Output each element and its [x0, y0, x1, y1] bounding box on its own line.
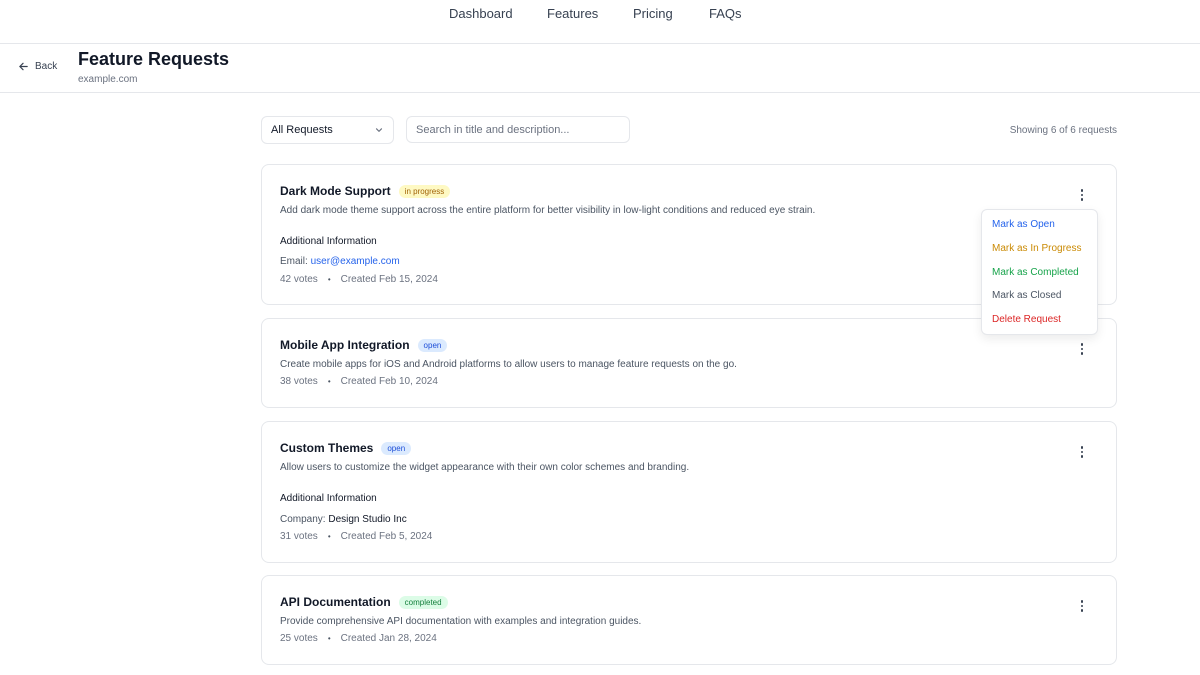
- request-meta: 31 votes • Created Feb 5, 2024: [280, 531, 432, 542]
- additional-info-heading: Additional Information: [280, 236, 377, 247]
- status-filter-select[interactable]: All Requests: [261, 116, 394, 144]
- request-description: Add dark mode theme support across the e…: [280, 205, 816, 216]
- created-date: Created Jan 28, 2024: [340, 633, 437, 644]
- menu-item-mark-closed[interactable]: Mark as Closed: [992, 290, 1061, 301]
- menu-item-mark-in-progress[interactable]: Mark as In Progress: [992, 243, 1081, 254]
- info-label: Company:: [280, 514, 326, 525]
- status-badge: completed: [398, 595, 448, 609]
- vote-count: 42 votes: [280, 274, 318, 285]
- status-badge: open: [417, 338, 448, 352]
- created-date: Created Feb 5, 2024: [340, 531, 433, 542]
- nav-link-faqs[interactable]: FAQs: [709, 6, 742, 21]
- meta-separator: •: [327, 532, 331, 541]
- request-description: Create mobile apps for iOS and Android p…: [280, 359, 737, 370]
- more-options-icon[interactable]: [1077, 342, 1087, 356]
- page-subtitle: example.com: [78, 74, 138, 85]
- request-title: API Documentation: [280, 595, 391, 609]
- info-value: Design Studio Inc: [328, 514, 407, 525]
- request-card-api-docs: API Documentation completed Provide comp…: [261, 575, 1117, 665]
- more-options-icon[interactable]: [1077, 188, 1087, 202]
- request-title: Mobile App Integration: [280, 338, 410, 352]
- vote-count: 31 votes: [280, 531, 318, 542]
- status-badge: in progress: [398, 184, 451, 198]
- menu-item-mark-completed[interactable]: Mark as Completed: [992, 267, 1079, 278]
- search-input[interactable]: [406, 116, 630, 143]
- page-title: Feature Requests: [78, 49, 230, 69]
- request-meta: 25 votes • Created Jan 28, 2024: [280, 633, 437, 644]
- more-options-icon[interactable]: [1077, 599, 1087, 613]
- meta-separator: •: [327, 377, 331, 386]
- page-header: Back Feature Requests example.com: [0, 44, 1200, 93]
- nav-link-features[interactable]: Features: [547, 6, 598, 21]
- more-options-icon[interactable]: [1077, 445, 1087, 459]
- back-button[interactable]: Back: [18, 61, 57, 72]
- status-filter-value: All Requests: [271, 124, 333, 136]
- info-row: Email: user@example.com: [280, 256, 400, 267]
- menu-item-delete-request[interactable]: Delete Request: [992, 314, 1061, 325]
- back-label: Back: [35, 61, 58, 72]
- request-description: Allow users to customize the widget appe…: [280, 462, 690, 473]
- top-nav: Dashboard Features Pricing FAQs: [0, 0, 1200, 44]
- request-meta: 38 votes • Created Feb 10, 2024: [280, 376, 438, 387]
- request-actions-menu: Mark as Open Mark as In Progress Mark as…: [981, 209, 1098, 335]
- request-description: Provide comprehensive API documentation …: [280, 616, 642, 627]
- created-date: Created Feb 15, 2024: [340, 274, 438, 285]
- meta-separator: •: [327, 634, 331, 643]
- request-title: Dark Mode Support: [280, 184, 391, 198]
- vote-count: 25 votes: [280, 633, 318, 644]
- status-badge: open: [381, 441, 412, 455]
- request-meta: 42 votes • Created Feb 15, 2024: [280, 274, 438, 285]
- request-title: Custom Themes: [280, 441, 374, 455]
- nav-link-pricing[interactable]: Pricing: [633, 6, 673, 21]
- result-count: Showing 6 of 6 requests: [1009, 125, 1117, 136]
- vote-count: 38 votes: [280, 376, 318, 387]
- info-label: Email:: [280, 256, 308, 267]
- request-card-custom-themes: Custom Themes open Allow users to custom…: [261, 421, 1117, 563]
- additional-info-heading: Additional Information: [280, 493, 377, 504]
- info-email-link[interactable]: user@example.com: [311, 256, 400, 267]
- meta-separator: •: [327, 275, 331, 284]
- created-date: Created Feb 10, 2024: [340, 376, 438, 387]
- info-row: Company: Design Studio Inc: [280, 514, 407, 525]
- nav-link-dashboard[interactable]: Dashboard: [449, 6, 513, 21]
- arrow-left-icon: [19, 62, 28, 71]
- menu-item-mark-open[interactable]: Mark as Open: [992, 219, 1055, 230]
- chevron-down-icon: [375, 128, 383, 132]
